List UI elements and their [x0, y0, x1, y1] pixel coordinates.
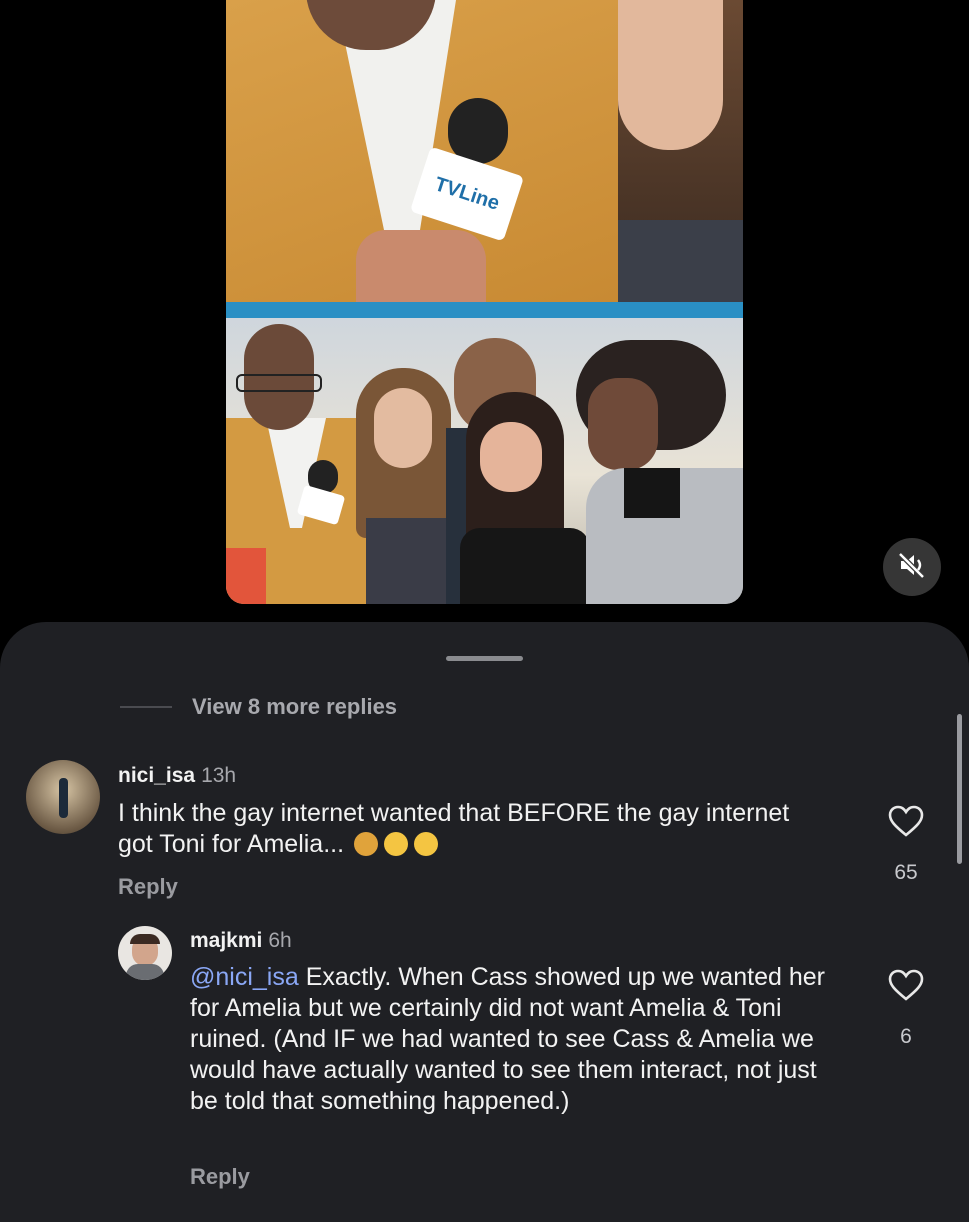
mute-toggle-button[interactable] — [883, 538, 941, 596]
video-frame-closeup: TVLine — [226, 0, 743, 302]
mention-link[interactable]: @nici_isa — [190, 963, 299, 991]
comment-timestamp: 6h — [268, 929, 292, 952]
comment-username[interactable]: nici_isa — [118, 764, 195, 787]
pleading-face-icon — [414, 832, 439, 856]
like-button[interactable]: 6 — [886, 968, 926, 1049]
thread-line — [120, 706, 172, 708]
frame-divider — [226, 302, 743, 318]
video-player[interactable]: TVLine — [226, 0, 743, 604]
comment-header: majkmi 6h — [190, 929, 292, 953]
heart-icon[interactable] — [887, 805, 925, 842]
comment-body: I think the gay internet wanted that BEF… — [118, 798, 808, 860]
scrollbar[interactable] — [957, 714, 962, 864]
face-with-open-eyes-and-hand-over-mouth-icon — [384, 832, 409, 856]
reply-button[interactable]: Reply — [190, 1164, 250, 1190]
view-more-replies-button[interactable]: View 8 more replies — [120, 694, 397, 720]
speaker-muted-icon — [897, 550, 927, 585]
avatar[interactable] — [26, 760, 100, 834]
comments-sheet: View 8 more replies nici_isa 13h I think … — [0, 622, 969, 1222]
sheet-drag-handle[interactable] — [446, 656, 523, 661]
avatar[interactable] — [118, 926, 172, 980]
comment-body: @nici_isa Exactly. When Cass showed up w… — [190, 962, 840, 1117]
see-no-evil-monkey-icon — [354, 832, 379, 856]
like-count: 6 — [900, 1025, 912, 1048]
comment-header: nici_isa 13h — [118, 764, 236, 788]
like-count: 65 — [894, 861, 918, 884]
view-more-replies-label: View 8 more replies — [192, 694, 398, 719]
reply-button[interactable]: Reply — [118, 874, 178, 900]
heart-icon[interactable] — [887, 969, 925, 1006]
video-frame-group — [226, 318, 743, 604]
like-button[interactable]: 65 — [886, 804, 926, 885]
comment-text: I think the gay internet wanted that BEF… — [118, 799, 790, 858]
comment-timestamp: 13h — [201, 764, 237, 787]
mic-flag-logo: TVLine — [432, 172, 503, 215]
comment-username[interactable]: majkmi — [190, 929, 262, 952]
